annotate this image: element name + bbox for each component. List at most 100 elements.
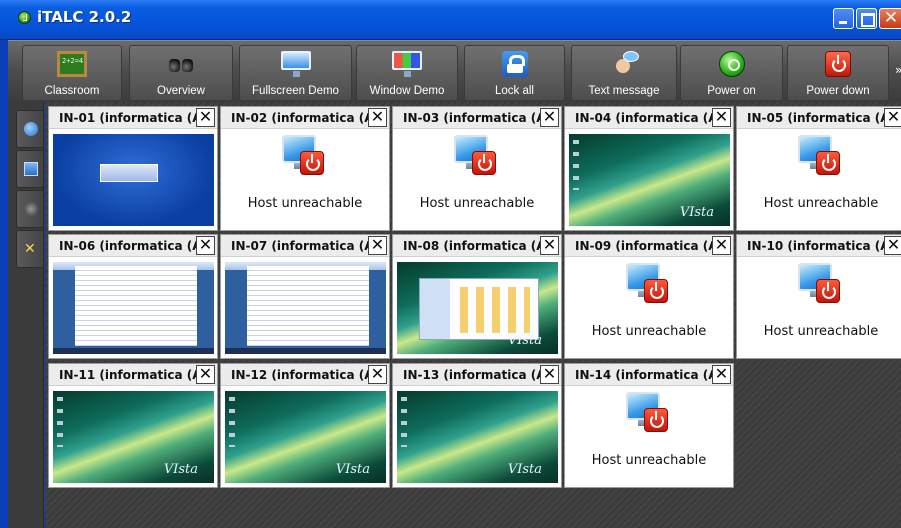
close-icon[interactable]: ✕ — [540, 236, 559, 255]
close-icon: ✕ — [883, 8, 899, 28]
toolbar-more-icon[interactable]: » — [895, 63, 901, 77]
vista-logo: VIsta — [679, 205, 714, 220]
tile-header: IN-10 (informatica (A ✕ — [737, 235, 901, 257]
client-tile[interactable]: IN-04 (informatica (A ✕ VIsta — [564, 106, 734, 231]
text-message-button[interactable]: Text message — [571, 45, 677, 101]
client-tile[interactable]: IN-11 (informatica (A ✕ VIsta — [48, 363, 218, 488]
client-tile[interactable]: IN-03 (informatica (A ✕ Host unreachable — [392, 106, 562, 231]
client-screen-thumbnail — [225, 262, 386, 354]
client-tile[interactable]: IN-13 (informatica (A ✕ VIsta — [392, 363, 562, 488]
overview-label: Overview — [157, 85, 205, 97]
client-name: IN-09 (informatica (A — [575, 239, 718, 253]
sidebar-item-network[interactable] — [16, 110, 44, 148]
binoculars-icon — [166, 51, 196, 77]
client-tile[interactable]: IN-14 (informatica (A ✕ Host unreachable — [564, 363, 734, 488]
minimize-button[interactable] — [833, 8, 854, 29]
close-icon[interactable]: ✕ — [712, 108, 731, 127]
title-bar[interactable]: iTALC 2.0.2 ✕ — [0, 0, 901, 40]
tile-header: IN-13 (informatica (A ✕ — [393, 364, 561, 386]
tile-header: IN-05 (informatica (A ✕ — [737, 107, 901, 129]
client-name: IN-11 (informatica (A — [59, 368, 202, 382]
vista-logo: VIsta — [507, 462, 542, 477]
close-icon[interactable]: ✕ — [884, 236, 901, 255]
client-screen-thumbnail — [53, 262, 214, 354]
client-name: IN-01 (informatica (A — [59, 111, 202, 125]
sidebar: ✕ — [8, 102, 44, 528]
tile-header: IN-08 (informatica (A ✕ — [393, 235, 561, 257]
status-text: Host unreachable — [419, 196, 535, 211]
snapshot-icon — [24, 162, 38, 176]
tile-header: IN-09 (informatica (A ✕ — [565, 235, 733, 257]
close-icon[interactable]: ✕ — [540, 108, 559, 127]
fullscreen-demo-button[interactable]: Fullscreen Demo — [239, 45, 352, 101]
maximize-button[interactable] — [856, 8, 877, 29]
close-icon[interactable]: ✕ — [368, 108, 387, 127]
client-name: IN-05 (informatica (A — [747, 111, 890, 125]
client-screen-thumbnail — [53, 134, 214, 226]
client-name: IN-13 (informatica (A — [403, 368, 546, 382]
client-tile[interactable]: IN-10 (informatica (A ✕ Host unreachable — [736, 234, 901, 359]
tile-header: IN-02 (informatica (A ✕ — [221, 107, 389, 129]
client-name: IN-02 (informatica (A — [231, 111, 374, 125]
tile-header: IN-07 (informatica (A ✕ — [221, 235, 389, 257]
client-name: IN-14 (informatica (A — [575, 368, 718, 382]
lock-all-button[interactable]: Lock all — [464, 45, 565, 101]
client-screen-thumbnail: VIsta — [225, 391, 386, 483]
client-tile[interactable]: IN-06 (informatica (A ✕ — [48, 234, 218, 359]
power-on-button[interactable]: Power on — [680, 45, 783, 101]
client-screen-thumbnail: VIsta — [53, 391, 214, 483]
client-tile[interactable]: IN-12 (informatica (A ✕ VIsta — [220, 363, 390, 488]
power-down-icon — [825, 51, 851, 77]
close-icon[interactable]: ✕ — [368, 365, 387, 384]
power-down-button[interactable]: Power down — [787, 45, 889, 101]
close-window-button[interactable]: ✕ — [879, 8, 901, 29]
window-demo-label: Window Demo — [369, 85, 445, 97]
client-grid: IN-01 (informatica (A ✕ IN-02 (informati… — [45, 102, 901, 528]
overview-button[interactable]: Overview — [129, 45, 233, 101]
sidebar-item-support[interactable] — [16, 190, 44, 228]
close-icon[interactable]: ✕ — [196, 365, 215, 384]
sidebar-item-snapshots[interactable] — [16, 150, 44, 188]
client-tile[interactable]: IN-05 (informatica (A ✕ Host unreachable — [736, 106, 901, 231]
status-text: Host unreachable — [247, 196, 363, 211]
window-demo-button[interactable]: Window Demo — [356, 45, 458, 101]
maximize-icon — [857, 9, 876, 28]
tile-header: IN-01 (informatica (A ✕ — [49, 107, 217, 129]
client-name: IN-12 (informatica (A — [231, 368, 374, 382]
client-tile[interactable]: IN-09 (informatica (A ✕ Host unreachable — [564, 234, 734, 359]
toolbar: Classroom Overview Fullscreen Demo Windo… — [8, 40, 901, 102]
close-icon[interactable]: ✕ — [712, 365, 731, 384]
lock-all-label: Lock all — [495, 85, 534, 97]
fullscreen-demo-label: Fullscreen Demo — [252, 85, 339, 97]
client-name: IN-10 (informatica (A — [747, 239, 890, 253]
client-name: IN-04 (informatica (A — [575, 111, 718, 125]
client-screen-thumbnail: VIsta — [397, 391, 558, 483]
close-icon[interactable]: ✕ — [712, 236, 731, 255]
client-tile[interactable]: IN-07 (informatica (A ✕ — [220, 234, 390, 359]
client-tile[interactable]: IN-01 (informatica (A ✕ — [48, 106, 218, 231]
status-text: Host unreachable — [591, 324, 707, 339]
client-name: IN-08 (informatica (A — [403, 239, 546, 253]
classroom-button[interactable]: Classroom — [22, 45, 122, 101]
client-tile[interactable]: IN-02 (informatica (A ✕ Host unreachable — [220, 106, 390, 231]
power-on-label: Power on — [707, 85, 756, 97]
vista-logo: VIsta — [163, 462, 198, 477]
close-icon[interactable]: ✕ — [368, 236, 387, 255]
lock-icon — [501, 51, 528, 77]
close-icon[interactable]: ✕ — [196, 236, 215, 255]
client-name: IN-03 (informatica (A — [403, 111, 546, 125]
power-on-icon — [718, 51, 745, 77]
monitor-icon — [280, 51, 311, 77]
tile-header: IN-14 (informatica (A ✕ — [565, 364, 733, 386]
host-unreachable-icon — [282, 135, 326, 179]
close-icon[interactable]: ✕ — [540, 365, 559, 384]
tile-header: IN-03 (informatica (A ✕ — [393, 107, 561, 129]
close-icon[interactable]: ✕ — [884, 108, 901, 127]
monitor-windows-icon — [392, 51, 422, 77]
status-text: Host unreachable — [763, 324, 879, 339]
sidebar-item-tools[interactable]: ✕ — [16, 230, 44, 268]
chalkboard-icon — [57, 51, 87, 77]
close-icon[interactable]: ✕ — [196, 108, 215, 127]
italc-window: iTALC 2.0.2 ✕ Classroom Overview Fullscr… — [0, 0, 901, 528]
client-tile[interactable]: IN-08 (informatica (A ✕ VIsta — [392, 234, 562, 359]
